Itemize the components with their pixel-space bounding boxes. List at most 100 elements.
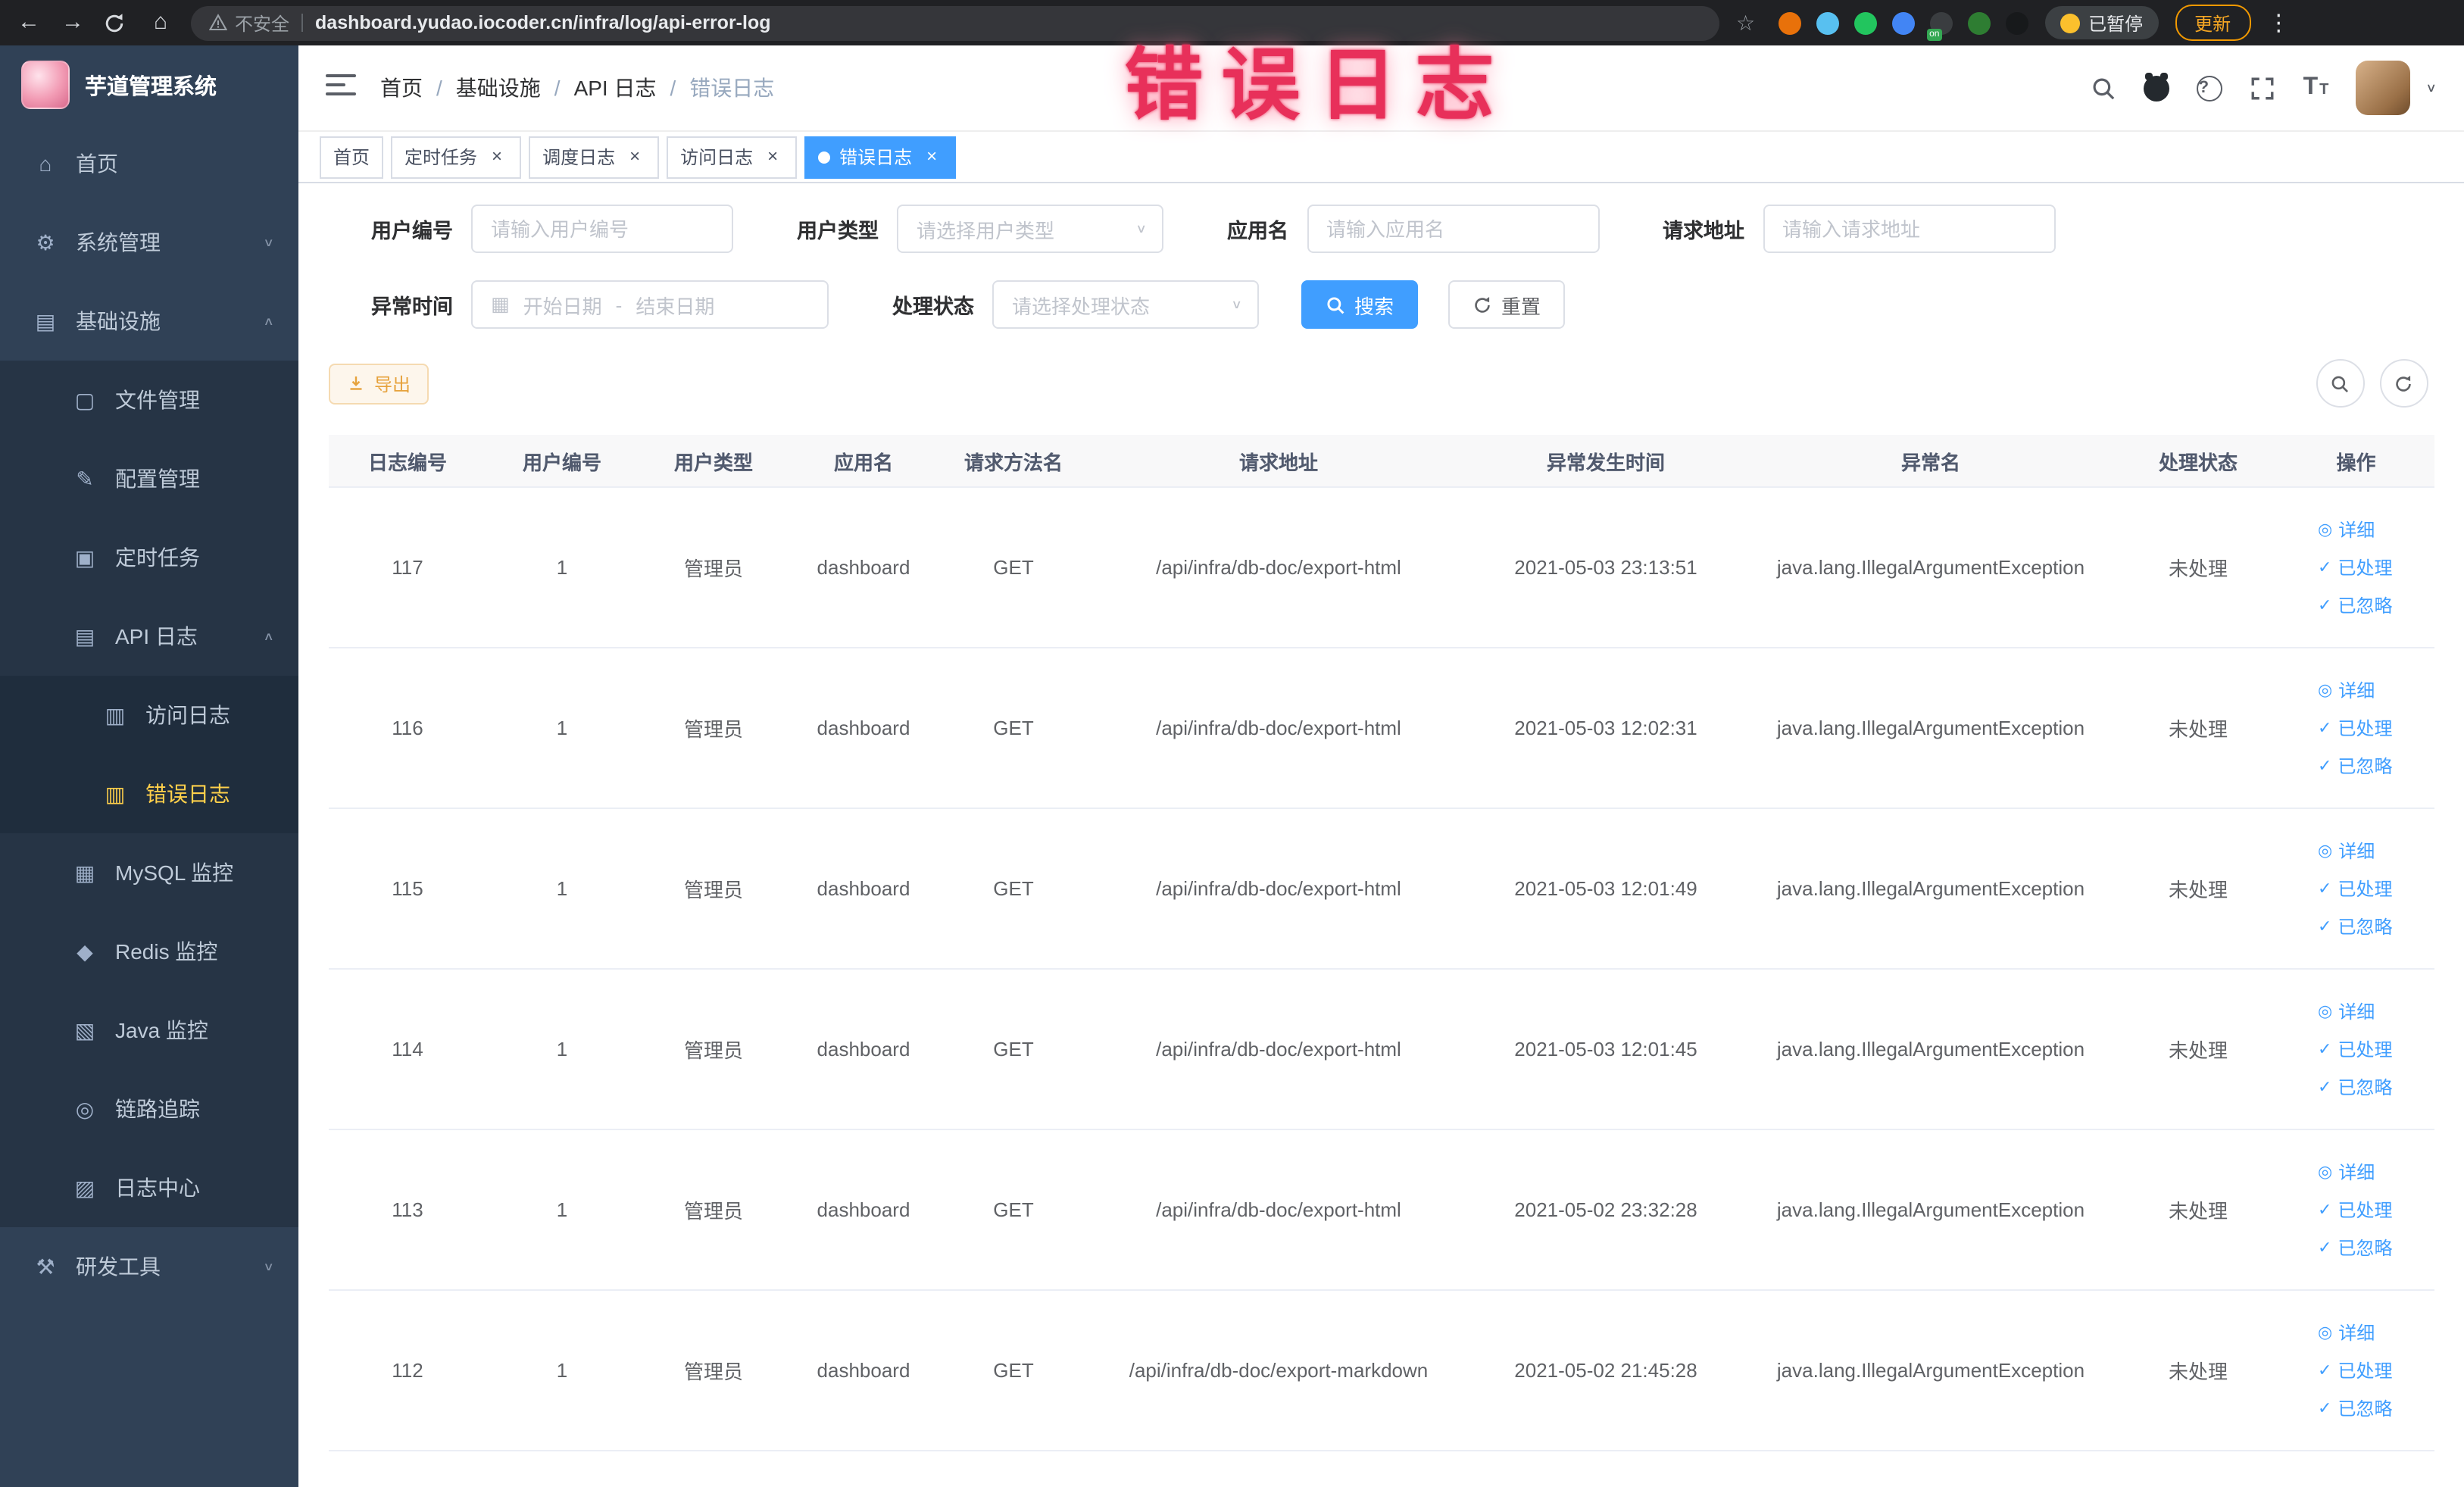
mark-processed-link[interactable]: ✓ 已处理 (2318, 1197, 2392, 1223)
tab-close-icon[interactable]: × (486, 145, 507, 167)
browser-menu-icon[interactable]: ⋮ (2267, 9, 2290, 36)
paused-pill-button[interactable]: 已暂停 (2044, 6, 2159, 39)
tab-label: 首页 (333, 147, 370, 168)
cell-request-url: /api/infra/db-doc/export-html (1156, 1038, 1401, 1061)
mark-ignored-link[interactable]: ✓ 已忽略 (2318, 1235, 2392, 1261)
sidebar-item[interactable]: ▤ API 日志 ∧ (0, 597, 298, 676)
detail-link[interactable]: ◎ 详细 (2318, 998, 2375, 1024)
browser-update-button[interactable]: 更新 (2175, 5, 2251, 41)
tab-close-icon[interactable]: × (762, 145, 783, 167)
chevron-down-icon: ∨ (1231, 298, 1242, 311)
reset-button[interactable]: 重置 (1448, 280, 1566, 329)
mark-ignored-link[interactable]: ✓ 已忽略 (2318, 914, 2392, 939)
detail-link[interactable]: ◎ 详细 (2318, 1159, 2375, 1185)
forward-icon[interactable]: → (59, 0, 86, 45)
bookmark-star-icon[interactable]: ☆ (1736, 10, 1755, 36)
sidebar-item[interactable]: ⌂ 首页 (0, 124, 298, 203)
sidebar-item[interactable]: ▨ 日志中心 (0, 1148, 298, 1227)
breadcrumb-item[interactable]: 首页 (380, 73, 456, 103)
sidebar-item-icon: ▦ (74, 860, 95, 884)
font-size-icon[interactable]: TT (2303, 75, 2329, 100)
sidebar-item[interactable]: ▦ MySQL 监控 (0, 833, 298, 912)
view-tab[interactable]: 调度日志 × (529, 136, 660, 178)
request-url-input[interactable] (1763, 205, 2055, 253)
reload-icon[interactable] (103, 11, 130, 34)
view-tab[interactable]: 首页 × (320, 136, 384, 178)
sidebar-item[interactable]: ▣ 定时任务 (0, 518, 298, 597)
extension-icon[interactable] (1778, 11, 1801, 34)
breadcrumb-item[interactable]: 基础设施 (456, 73, 574, 103)
cell-exception-time: 2021-05-03 12:01:49 (1514, 877, 1697, 900)
user-type-select[interactable]: 请选择用户类型 ∨ (897, 205, 1163, 253)
refresh-table-button[interactable] (2379, 359, 2428, 408)
sidebar-item[interactable]: ⚒ 研发工具 ∨ (0, 1227, 298, 1306)
toggle-search-button[interactable] (2316, 359, 2364, 408)
sidebar-item[interactable]: ✎ 配置管理 (0, 439, 298, 518)
extension-icon[interactable] (1853, 11, 1877, 34)
mark-processed-link[interactable]: ✓ 已处理 (2318, 1036, 2392, 1062)
sidebar-item[interactable]: ◆ Redis 监控 (0, 912, 298, 991)
mark-processed-link[interactable]: ✓ 已处理 (2318, 876, 2392, 901)
extension-icon[interactable] (1967, 11, 1991, 34)
site-security-warning[interactable]: 不安全 (209, 10, 289, 36)
tab-close-icon[interactable]: × (624, 145, 645, 167)
url-bar[interactable]: 不安全 dashboard.yudao.iocoder.cn/infra/log… (191, 5, 1719, 40)
sidebar-item[interactable]: ▥ 错误日志 (0, 754, 298, 833)
sidebar-item-icon: ⚙ (36, 230, 55, 254)
search-button[interactable]: 搜索 (1301, 280, 1419, 329)
detail-link[interactable]: ◎ 详细 (2318, 517, 2375, 542)
home-icon[interactable]: ⌂ (147, 0, 174, 45)
breadcrumb-item[interactable]: 错误日志 (689, 73, 774, 103)
user-type-placeholder: 请选择用户类型 (917, 219, 1055, 242)
table-row: 112 1 管理员 dashboard GET /api/infra/db-do… (329, 1291, 2434, 1451)
sidebar-logo-row[interactable]: 芋道管理系统 (0, 45, 298, 124)
mark-ignored-link[interactable]: ✓ 已忽略 (2318, 753, 2392, 779)
column-header: 处理状态 (2158, 451, 2238, 473)
mark-processed-link[interactable]: ✓ 已处理 (2318, 715, 2392, 741)
export-button[interactable]: 导出 (329, 363, 429, 404)
cell-request-url: /api/infra/db-doc/export-markdown (1129, 1359, 1429, 1382)
sidebar-item[interactable]: ▥ 访问日志 (0, 676, 298, 754)
mark-processed-link[interactable]: ✓ 已处理 (2318, 1357, 2392, 1383)
row-actions: ◎ 详细 ✓ 已处理 ✓ 已忽略 (2278, 677, 2434, 779)
row-actions: ◎ 详细 ✓ 已处理 ✓ 已忽略 (2278, 838, 2434, 939)
mark-processed-link[interactable]: ✓ 已处理 (2318, 555, 2392, 580)
detail-link[interactable]: ◎ 详细 (2318, 1320, 2375, 1345)
sidebar-item-label: 访问日志 (145, 703, 230, 727)
sidebar-item[interactable]: ◎ 链路追踪 (0, 1070, 298, 1148)
detail-link[interactable]: ◎ 详细 (2318, 838, 2375, 864)
view-tab[interactable]: 错误日志 × (804, 136, 957, 178)
mark-ignored-link[interactable]: ✓ 已忽略 (2318, 1395, 2392, 1421)
breadcrumb-item[interactable]: API 日志 (574, 73, 690, 103)
sidebar-item[interactable]: ▢ 文件管理 (0, 361, 298, 439)
cell-app-name: dashboard (817, 1038, 910, 1061)
detail-link[interactable]: ◎ 详细 (2318, 677, 2375, 703)
sidebar-item[interactable]: ▤ 基础设施 ∧ (0, 282, 298, 361)
mark-ignored-link[interactable]: ✓ 已忽略 (2318, 592, 2392, 618)
avatar-caret-icon[interactable]: ∨ (2425, 81, 2437, 95)
sidebar-menu: ⌂ 首页 ⚙ 系统管理 ∨ ▤ 基础设施 ∧ ▢ 文件管理 ✎ 配置管理 ▣ 定… (0, 124, 298, 1487)
help-icon[interactable]: ? (2197, 75, 2223, 101)
mark-ignored-link[interactable]: ✓ 已忽略 (2318, 1074, 2392, 1100)
extension-icon[interactable] (1816, 11, 1839, 34)
back-icon[interactable]: ← (15, 0, 42, 45)
process-status-select[interactable]: 请选择处理状态 ∨ (992, 280, 1259, 329)
user-id-input[interactable] (471, 205, 733, 253)
extension-icon[interactable]: on (1926, 11, 1953, 40)
tab-close-icon[interactable]: × (921, 145, 942, 167)
exception-time-range-picker[interactable]: ▦ 开始日期 - 结束日期 (471, 280, 829, 329)
view-tab[interactable]: 访问日志 × (667, 136, 798, 178)
app-name-input[interactable] (1307, 205, 1599, 253)
github-icon[interactable] (2144, 72, 2170, 101)
search-icon[interactable] (2091, 75, 2117, 101)
sidebar-toggle-icon[interactable] (326, 72, 356, 104)
view-tab[interactable]: 定时任务 × (391, 136, 522, 178)
row-actions: ◎ 详细 ✓ 已处理 ✓ 已忽略 (2278, 1159, 2434, 1261)
sidebar-item[interactable]: ▧ Java 监控 (0, 991, 298, 1070)
extension-icon[interactable] (1891, 11, 1915, 34)
sidebar-item[interactable]: ⚙ 系统管理 ∨ (0, 203, 298, 282)
check-icon: ✓ (2318, 597, 2332, 615)
extension-icon[interactable] (2005, 11, 2028, 34)
fullscreen-icon[interactable] (2250, 75, 2276, 101)
avatar[interactable] (2356, 61, 2411, 115)
